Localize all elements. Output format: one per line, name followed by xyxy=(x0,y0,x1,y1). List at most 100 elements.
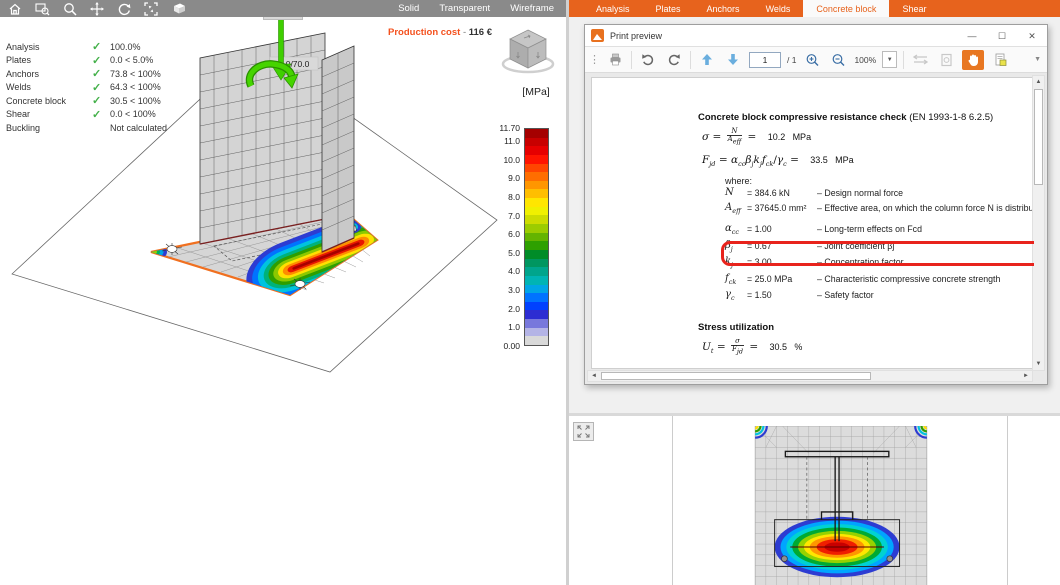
print-preview-app-icon xyxy=(591,29,604,42)
pan-hand-button[interactable] xyxy=(962,50,984,70)
scale-tick: 7.0 xyxy=(474,211,520,221)
check-row[interactable]: Concrete block✓30.5 < 100% xyxy=(6,94,167,108)
print-preview-content: Concrete block compressive resistance ch… xyxy=(585,73,1047,384)
check-pass-icon: ✓ xyxy=(92,81,110,94)
idea-statica-app: 0.0/70.0 385.6 xyxy=(0,0,1060,585)
expand-button[interactable] xyxy=(573,422,594,441)
tab-analysis[interactable]: Analysis xyxy=(583,0,643,17)
page-number-input[interactable] xyxy=(749,52,781,68)
page-total-label: / 1 xyxy=(787,55,796,65)
param-row: N= 384.6 kN– Design normal force xyxy=(725,187,734,201)
view-mode-solid[interactable]: Solid xyxy=(398,3,419,14)
zoom-out-icon[interactable] xyxy=(828,50,848,70)
undo-icon[interactable] xyxy=(638,50,658,70)
print-preview-window: Print preview — ☐ ✕ ⋮ xyxy=(584,24,1048,385)
bottom-panel-divider xyxy=(1007,416,1008,585)
zoom-in-icon[interactable] xyxy=(802,50,822,70)
redo-icon[interactable] xyxy=(664,50,684,70)
minimize-icon[interactable]: — xyxy=(957,25,987,47)
production-cost: Production cost - 116 € xyxy=(388,27,492,38)
scale-tick: 11.0 xyxy=(474,136,520,146)
tab-plates[interactable]: Plates xyxy=(643,0,694,17)
view-mode-wireframe[interactable]: Wireframe xyxy=(510,3,554,14)
check-pass-icon: ✓ xyxy=(92,94,110,107)
param-row: kj= 3.00– Concentration factor xyxy=(725,256,733,270)
check-row[interactable]: Analysis✓100.0% xyxy=(6,40,167,54)
view-mode-transparent[interactable]: Transparent xyxy=(439,3,490,14)
tab-shear[interactable]: Shear xyxy=(889,0,939,17)
check-row[interactable]: BucklingNot calculated xyxy=(6,121,167,135)
zoom-window-icon[interactable] xyxy=(35,2,50,16)
home-icon[interactable] xyxy=(8,2,22,16)
scale-tick: 5.0 xyxy=(474,248,520,258)
production-cost-label: Production cost xyxy=(388,27,460,38)
solid-box-icon[interactable] xyxy=(171,2,187,15)
fjd-formula: Fjd = αccβjkjfck/γc = 33.5 MPa xyxy=(702,154,854,168)
print-preview-titlebar[interactable]: Print preview — ☐ ✕ xyxy=(585,25,1047,47)
zoom-dropdown[interactable]: ▼ xyxy=(882,51,897,68)
report-page: Concrete block compressive resistance ch… xyxy=(591,77,1035,369)
scale-tick: 8.0 xyxy=(474,192,520,202)
maximize-icon[interactable]: ☐ xyxy=(987,25,1017,47)
scale-tick: 4.0 xyxy=(474,266,520,276)
print-preview-toolbar: ⋮ / 1 xyxy=(585,47,1047,73)
pan-icon[interactable] xyxy=(90,2,104,16)
scroll-down-icon[interactable]: ▼ xyxy=(1033,358,1044,370)
check-pass-icon: ✓ xyxy=(92,108,110,121)
results-pane: AnalysisPlatesAnchorsWeldsConcrete block… xyxy=(569,0,1060,585)
scale-tick: 3.0 xyxy=(474,285,520,295)
check-row[interactable]: Plates✓0.0 < 5.0% xyxy=(6,54,167,68)
toolbar-overflow-icon[interactable]: ▼ xyxy=(1034,56,1043,63)
zoom-icon[interactable] xyxy=(63,2,77,16)
param-row: αcc= 1.00– Long-term effects on Fcd xyxy=(725,223,739,237)
scale-tick: 10.0 xyxy=(474,155,520,165)
pane-splitter[interactable] xyxy=(566,0,569,585)
navigation-cube[interactable] xyxy=(500,24,556,76)
close-icon[interactable]: ✕ xyxy=(1017,25,1047,47)
color-scale-bar xyxy=(524,128,549,346)
check-row[interactable]: Welds✓64.3 < 100% xyxy=(6,81,167,95)
toolbar-grip[interactable]: ⋮ xyxy=(589,53,599,66)
stress-blob xyxy=(775,517,900,578)
scale-tick: 1.0 xyxy=(474,322,520,332)
bottom-panel-divider xyxy=(672,416,673,585)
scale-unit-label: [MPa] xyxy=(505,86,566,98)
expand-arrows-icon xyxy=(577,425,590,438)
check-row[interactable]: Shear✓0.0 < 100% xyxy=(6,108,167,122)
rotate-icon[interactable] xyxy=(117,2,131,16)
print-button[interactable] xyxy=(605,50,625,70)
column-flange-plate xyxy=(322,46,354,252)
view-mode-switch: Solid Transparent Wireframe xyxy=(398,3,558,14)
tab-welds[interactable]: Welds xyxy=(753,0,804,17)
stress-plot-thumbnail[interactable] xyxy=(753,426,929,585)
scale-tick: 9.0 xyxy=(474,173,520,183)
tab-anchors[interactable]: Anchors xyxy=(694,0,753,17)
production-cost-value: 116 € xyxy=(469,27,492,38)
previous-page-icon[interactable] xyxy=(697,50,717,70)
result-tabs: AnalysisPlatesAnchorsWeldsConcrete block… xyxy=(569,0,1060,17)
zoom-level-label: 100% xyxy=(854,55,876,65)
scroll-right-icon[interactable]: ► xyxy=(1020,371,1032,381)
scale-tick: 6.0 xyxy=(474,229,520,239)
check-pass-icon: ✓ xyxy=(92,67,110,80)
vertical-scroll-thumb[interactable] xyxy=(1034,89,1043,185)
vertical-scrollbar[interactable]: ▲ ▼ xyxy=(1032,75,1045,371)
bottom-panel xyxy=(569,413,1060,585)
fit-page-icon xyxy=(936,50,956,70)
next-page-icon[interactable] xyxy=(723,50,743,70)
check-pass-icon: ✓ xyxy=(92,40,110,53)
window-title: Print preview xyxy=(610,31,957,41)
horizontal-scrollbar[interactable]: ◄ ► xyxy=(587,370,1033,382)
fit-view-icon[interactable] xyxy=(144,2,158,16)
utilization-formula: Ut = σFjd = 30.5 % xyxy=(702,338,802,356)
tab-concrete-block[interactable]: Concrete block xyxy=(803,0,889,17)
scroll-up-icon[interactable]: ▲ xyxy=(1033,76,1044,88)
scale-tick: 11.70 xyxy=(474,123,520,133)
check-row[interactable]: Anchors✓73.8 < 100% xyxy=(6,67,167,81)
param-row: fck= 25.0 MPa– Characteristic compressiv… xyxy=(725,273,736,287)
scroll-left-icon[interactable]: ◄ xyxy=(588,371,600,381)
horizontal-scroll-thumb[interactable] xyxy=(601,372,871,380)
param-row: Aeff= 37645.0 mm²– Effective area, on wh… xyxy=(725,202,741,216)
export-report-icon[interactable] xyxy=(990,50,1010,70)
scene-toolbar: Solid Transparent Wireframe xyxy=(0,0,566,17)
